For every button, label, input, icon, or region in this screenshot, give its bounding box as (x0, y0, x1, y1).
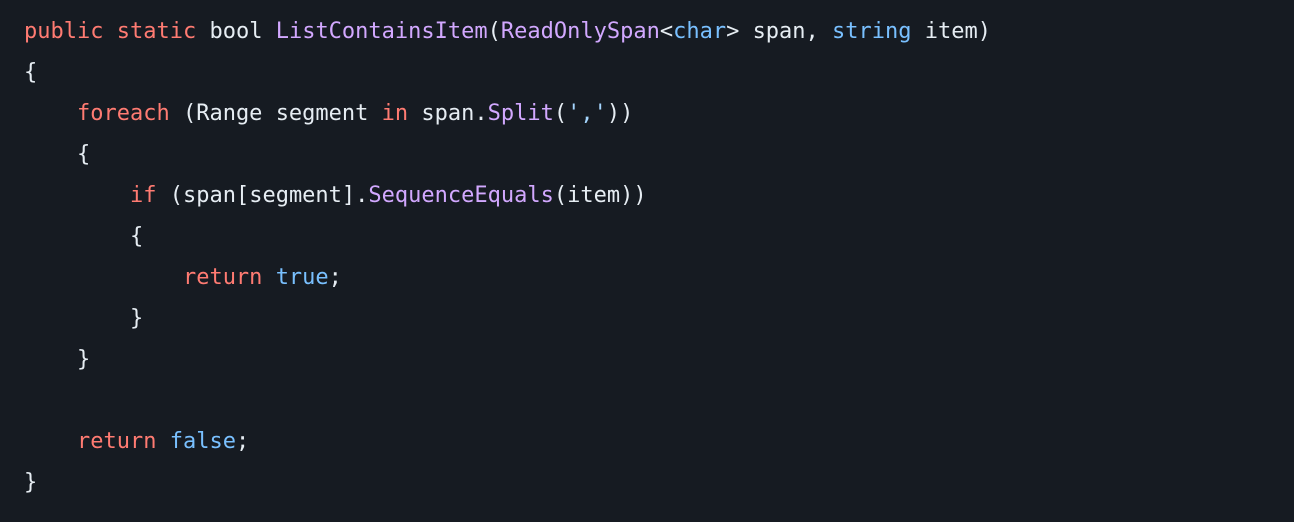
code-token: Split (488, 101, 554, 126)
code-block: public static bool ListContainsItem(Read… (0, 0, 1294, 516)
code-token: { (24, 60, 37, 85)
code-token: segment (249, 183, 342, 208)
code-token: ( (488, 19, 501, 44)
code-token: ReadOnlySpan (501, 19, 660, 44)
code-token: SequenceEquals (368, 183, 553, 208)
code-token (368, 101, 381, 126)
code-token (24, 101, 77, 126)
code-token: ',' (567, 101, 607, 126)
code-token: if (130, 183, 157, 208)
code-token: item (567, 183, 620, 208)
code-token: )) (620, 183, 647, 208)
code-token (912, 19, 925, 44)
code-token: [ (236, 183, 249, 208)
code-token: ; (236, 429, 249, 454)
code-token: ( (156, 183, 183, 208)
code-token (103, 19, 116, 44)
code-token: bool (209, 19, 262, 44)
code-token: )) (607, 101, 634, 126)
code-token (262, 19, 275, 44)
code-token: false (170, 429, 236, 454)
code-token: ( (554, 101, 567, 126)
code-token (196, 19, 209, 44)
code-token (24, 183, 130, 208)
code-token: . (474, 101, 487, 126)
code-token: span (183, 183, 236, 208)
code-token: ( (554, 183, 567, 208)
code-token: , (806, 19, 833, 44)
code-token (24, 429, 77, 454)
code-token: static (117, 19, 196, 44)
code-token: } (24, 470, 37, 495)
code-token: < (660, 19, 673, 44)
code-token: } (24, 347, 90, 372)
code-token (262, 101, 275, 126)
code-token: Range (196, 101, 262, 126)
code-token: { (24, 142, 90, 167)
code-token: } (24, 306, 143, 331)
code-token: span (753, 19, 806, 44)
code-token: char (673, 19, 726, 44)
code-token: item (925, 19, 978, 44)
code-token (24, 265, 183, 290)
code-token: ) (978, 19, 991, 44)
code-token (262, 265, 275, 290)
code-token: segment (276, 101, 369, 126)
code-token: ListContainsItem (276, 19, 488, 44)
code-token: string (832, 19, 911, 44)
code-token (408, 101, 421, 126)
code-token: return (77, 429, 156, 454)
code-token: ]. (342, 183, 369, 208)
code-content: public static bool ListContainsItem(Read… (24, 19, 991, 495)
code-token (156, 429, 169, 454)
code-token: in (382, 101, 409, 126)
code-token: true (276, 265, 329, 290)
code-token: return (183, 265, 262, 290)
code-token: ( (170, 101, 197, 126)
code-token: foreach (77, 101, 170, 126)
code-token: > (726, 19, 753, 44)
code-token: { (24, 224, 143, 249)
code-token: span (421, 101, 474, 126)
code-token: public (24, 19, 103, 44)
code-token: ; (329, 265, 342, 290)
